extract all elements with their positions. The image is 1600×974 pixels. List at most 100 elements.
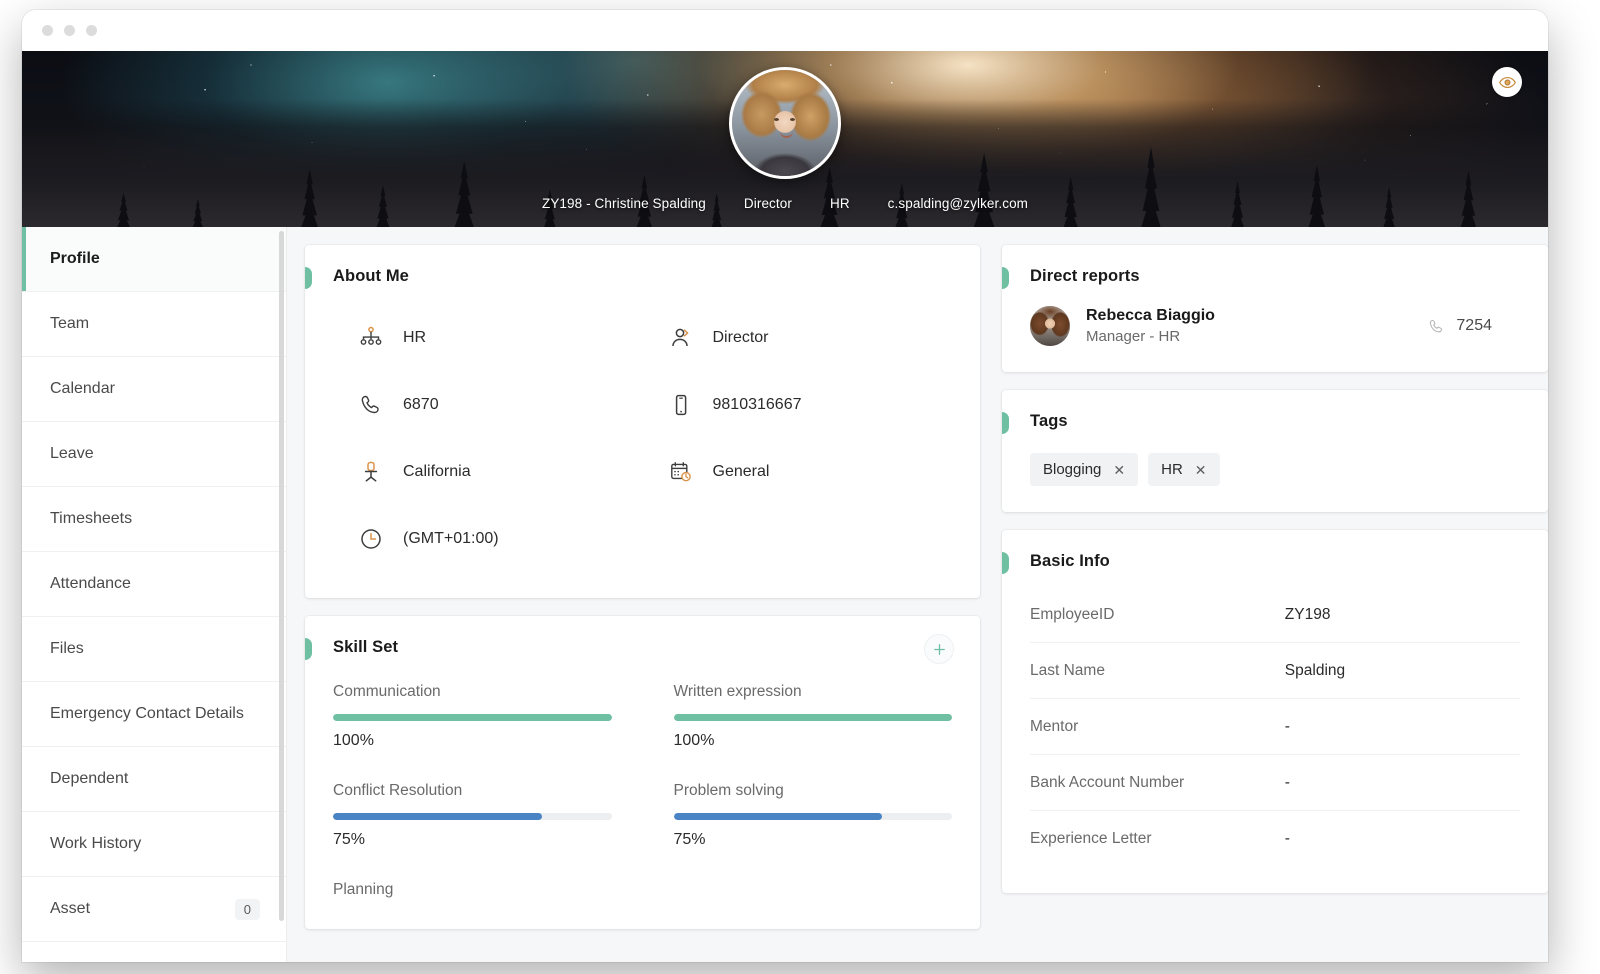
sidebar-item-label: Timesheets: [50, 510, 133, 527]
about-item-timezone: (GMT+01:00): [333, 505, 643, 572]
basic-info-title: Basic Info: [1030, 552, 1110, 570]
org-chart-icon: [360, 326, 382, 345]
sidebar-item-team[interactable]: Team: [22, 292, 286, 357]
sidebar-item-leave[interactable]: Leave: [22, 422, 286, 487]
sidebar-item-work-history[interactable]: Work History: [22, 812, 286, 877]
close-icon[interactable]: ✕: [1195, 463, 1207, 477]
skill-item: Planning: [333, 881, 612, 903]
sidebar-item-label: Emergency Contact Details: [50, 705, 244, 722]
skill-set-title: Skill Set: [333, 638, 399, 656]
add-skill-button[interactable]: [924, 634, 954, 664]
skill-progress-fill: [673, 714, 952, 721]
skill-grid: Communication 100% Written expression 10…: [333, 683, 952, 903]
direct-report-name: Rebecca Biaggio: [1086, 307, 1215, 324]
info-label: Mentor: [1030, 717, 1079, 735]
tags-title: Tags: [1030, 412, 1068, 430]
tag-chip[interactable]: Blogging ✕: [1030, 453, 1139, 486]
basic-info-table: EmployeeID ZY198 Last Name Spalding Ment…: [1030, 587, 1520, 867]
app-window: ZY198 - Christine Spalding Director HR c…: [22, 10, 1548, 962]
banner-employee-id-name: ZY198 - Christine Spalding: [541, 196, 706, 211]
phone-icon: [361, 395, 379, 413]
skill-progress-fill: [333, 714, 612, 721]
table-row: Bank Account Number -: [1030, 755, 1520, 811]
info-label: EmployeeID: [1030, 605, 1115, 623]
about-item-department: HR: [333, 304, 643, 371]
sidebar-scrollbar[interactable]: [279, 231, 284, 921]
banner-meta: ZY198 - Christine Spalding Director HR c…: [22, 196, 1548, 211]
info-value: -: [1284, 717, 1290, 735]
direct-report-role: Manager - HR: [1086, 328, 1181, 345]
sidebar-item-label: Work History: [50, 835, 142, 852]
window-close-button[interactable]: [42, 25, 53, 36]
skill-item: Written expression 100%: [673, 683, 952, 750]
sidebar-item-asset[interactable]: Asset 0: [22, 877, 286, 942]
basic-info-card: Basic Info EmployeeID ZY198 Last Name Sp…: [1002, 530, 1548, 893]
sidebar-item-dependent[interactable]: Dependent: [22, 747, 286, 812]
calendar-clock-icon: [670, 461, 691, 481]
about-value: 9810316667: [712, 395, 802, 413]
about-item-location: California: [333, 438, 643, 505]
left-column: About Me HR Director 6870 9810316667 Cal…: [305, 245, 980, 962]
skill-item: Problem solving 75%: [673, 782, 952, 849]
direct-report-row[interactable]: Rebecca Biaggio Manager - HR 7254: [1030, 306, 1520, 346]
table-row: Experience Letter -: [1030, 811, 1520, 867]
about-item-shift: General: [643, 438, 953, 505]
about-value: (GMT+01:00): [403, 529, 499, 547]
direct-reports-title: Direct reports: [1030, 267, 1140, 285]
sidebar-item-label: Files: [50, 640, 84, 657]
info-label: Experience Letter: [1030, 830, 1152, 847]
skill-set-card: Skill Set Communication 100% Written exp…: [305, 616, 980, 929]
clock-icon: [361, 528, 381, 549]
direct-report-phone-number: 7254: [1456, 317, 1492, 334]
skill-percent: 100%: [673, 732, 715, 749]
info-value: -: [1284, 773, 1290, 791]
skill-label: Conflict Resolution: [333, 782, 463, 799]
avatar: [1030, 306, 1070, 346]
about-me-grid: HR Director 6870 9810316667 California G…: [333, 304, 952, 572]
plus-icon: [933, 643, 945, 655]
sidebar-item-label: Dependent: [50, 770, 129, 787]
window-minimize-button[interactable]: [64, 25, 75, 36]
profile-banner: ZY198 - Christine Spalding Director HR c…: [22, 51, 1548, 227]
skill-progress-track: [673, 714, 952, 721]
mobile-icon: [675, 394, 686, 415]
skill-label: Communication: [333, 683, 441, 700]
info-value: Spalding: [1284, 661, 1346, 679]
about-value: California: [403, 462, 471, 480]
sidebar-item-calendar[interactable]: Calendar: [22, 357, 286, 422]
about-value: HR: [403, 328, 427, 346]
skill-progress-track: [333, 714, 612, 721]
sidebar-item-files[interactable]: Files: [22, 617, 286, 682]
direct-report-identity: Rebecca Biaggio Manager - HR: [1086, 307, 1215, 345]
profile-avatar[interactable]: [729, 67, 841, 179]
main-content: About Me HR Director 6870 9810316667 Cal…: [287, 227, 1548, 962]
window-zoom-button[interactable]: [86, 25, 97, 36]
sidebar-item-profile[interactable]: Profile: [22, 227, 286, 292]
avatar-eye-right: [790, 117, 796, 121]
skill-progress-fill: [333, 813, 542, 820]
tag-label: HR: [1161, 461, 1183, 478]
direct-report-phone: 7254: [1428, 317, 1520, 335]
skill-progress-track: [333, 813, 612, 820]
tags-row: Blogging ✕ HR ✕: [1030, 453, 1520, 486]
table-row: Last Name Spalding: [1030, 643, 1520, 699]
about-me-card: About Me HR Director 6870 9810316667 Cal…: [305, 245, 980, 598]
banner-designation: Director: [743, 196, 792, 211]
preview-profile-button[interactable]: [1492, 67, 1522, 97]
tag-chip[interactable]: HR ✕: [1148, 453, 1220, 486]
skill-progress-fill: [673, 813, 883, 820]
user-role-icon: [671, 328, 689, 346]
sidebar-item-attendance[interactable]: Attendance: [22, 552, 286, 617]
sidebar-item-emergency-contact-details[interactable]: Emergency Contact Details: [22, 682, 286, 747]
sidebar-item-label: Team: [50, 315, 90, 332]
close-icon[interactable]: ✕: [1113, 463, 1125, 477]
eye-icon: [1498, 76, 1516, 88]
about-value: Director: [712, 328, 769, 346]
info-value: ZY198: [1284, 605, 1331, 623]
banner-email: c.spalding@zylker.com: [887, 196, 1029, 211]
skill-item: Conflict Resolution 75%: [333, 782, 612, 849]
table-row: Mentor -: [1030, 699, 1520, 755]
sidebar-item-label: Attendance: [50, 575, 131, 592]
about-item-designation: Director: [643, 304, 953, 371]
sidebar-item-timesheets[interactable]: Timesheets: [22, 487, 286, 552]
